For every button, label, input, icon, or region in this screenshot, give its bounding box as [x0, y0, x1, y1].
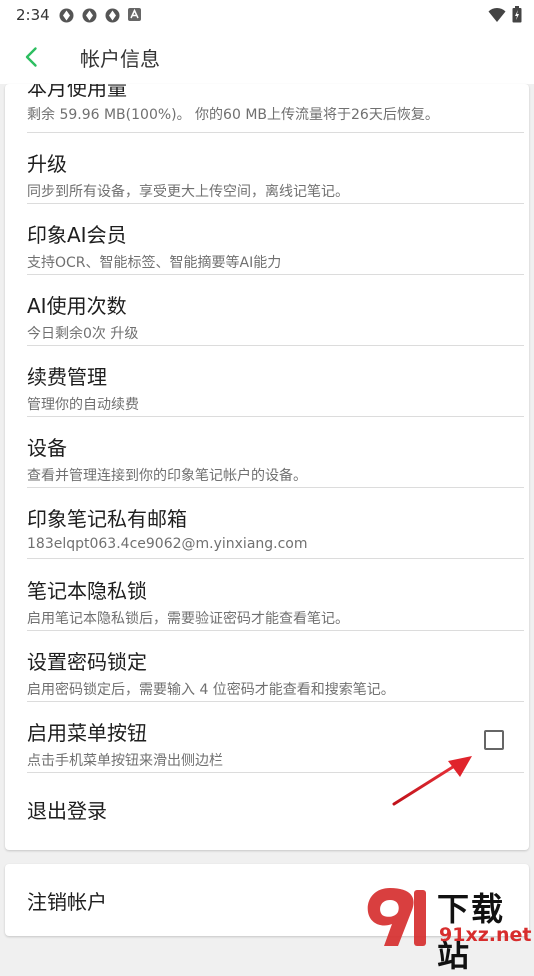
- a-badge-icon: [127, 7, 144, 24]
- settings-item-title: 印象笔记私有邮箱: [27, 507, 187, 531]
- settings-item-title: 笔记本隐私锁: [27, 579, 147, 603]
- sync-icon: [104, 7, 121, 24]
- settings-item-private-email[interactable]: 印象笔记私有邮箱 183elqpt063.4ce9062@m.yinxiang.…: [27, 488, 524, 559]
- settings-item-title: 设备: [27, 436, 67, 460]
- status-notification-icons: [58, 7, 144, 24]
- logout-label: 退出登录: [27, 799, 107, 823]
- annotation-arrow: [392, 756, 472, 806]
- page-title: 帐户信息: [80, 47, 160, 71]
- settings-item-subtitle: 支持OCR、智能标签、智能摘要等AI能力: [27, 255, 282, 271]
- settings-item-title: 升级: [27, 152, 67, 176]
- wifi-icon: [488, 7, 506, 27]
- settings-item-title: 印象AI会员: [27, 223, 127, 247]
- settings-item-subtitle: 启用密码锁定后，需要输入 4 位密码才能查看和搜索笔记。: [27, 682, 395, 698]
- settings-item-title: 续费管理: [27, 365, 107, 389]
- settings-item-ai-usage[interactable]: AI使用次数 今日剩余0次 升级: [27, 275, 524, 346]
- menu-button-checkbox[interactable]: [484, 730, 504, 750]
- settings-item-subtitle: 点击手机菜单按钮来滑出侧边栏: [27, 753, 223, 769]
- sync-icon: [81, 7, 98, 24]
- settings-item-title: AI使用次数: [27, 294, 127, 318]
- settings-item-upgrade[interactable]: 升级 同步到所有设备，享受更大上传空间，离线记笔记。: [27, 133, 524, 204]
- sync-icon: [58, 7, 75, 24]
- status-time: 2:34: [16, 6, 50, 24]
- watermark-text-bottom: 91xz.net: [439, 924, 532, 946]
- battery-icon: [512, 6, 522, 27]
- settings-item-title: 设置密码锁定: [27, 650, 147, 674]
- status-bar: 2:34: [0, 0, 534, 30]
- settings-item-subtitle: 查看并管理连接到你的印象笔记帐户的设备。: [27, 468, 307, 484]
- account-settings-list: 本月使用量 剩余 59.96 MB(100%)。 你的60 MB上传流量将于26…: [5, 84, 529, 850]
- settings-item-passcode-lock[interactable]: 设置密码锁定 启用密码锁定后，需要输入 4 位密码才能查看和搜索笔记。: [27, 631, 524, 702]
- settings-item-subtitle: 同步到所有设备，享受更大上传空间，离线记笔记。: [27, 184, 349, 200]
- settings-item-subtitle: 启用笔记本隐私锁后，需要验证密码才能查看笔记。: [27, 611, 349, 627]
- settings-item-title: 本月使用量: [27, 84, 127, 100]
- settings-item-subtitle: 183elqpt063.4ce9062@m.yinxiang.com: [27, 536, 308, 552]
- chevron-left-icon: [25, 47, 37, 67]
- settings-item-ai-membership[interactable]: 印象AI会员 支持OCR、智能标签、智能摘要等AI能力: [27, 204, 524, 275]
- settings-item-title: 启用菜单按钮: [27, 721, 147, 745]
- settings-item-subtitle: 管理你的自动续费: [27, 397, 139, 413]
- settings-item-monthly-usage[interactable]: 本月使用量 剩余 59.96 MB(100%)。 你的60 MB上传流量将于26…: [27, 84, 524, 133]
- cancel-account-label: 注销帐户: [27, 890, 107, 914]
- back-button[interactable]: [20, 45, 44, 69]
- status-system-icons: [488, 6, 522, 27]
- settings-item-devices[interactable]: 设备 查看并管理连接到你的印象笔记帐户的设备。: [27, 417, 524, 488]
- settings-item-notebook-lock[interactable]: 笔记本隐私锁 启用笔记本隐私锁后，需要验证密码才能查看笔记。: [27, 560, 524, 631]
- settings-item-subtitle: 剩余 59.96 MB(100%)。 你的60 MB上传流量将于26天后恢复。: [27, 107, 439, 123]
- settings-item-renewal[interactable]: 续费管理 管理你的自动续费: [27, 346, 524, 417]
- app-bar: 帐户信息: [0, 30, 534, 84]
- settings-item-subtitle: 今日剩余0次 升级: [27, 326, 139, 342]
